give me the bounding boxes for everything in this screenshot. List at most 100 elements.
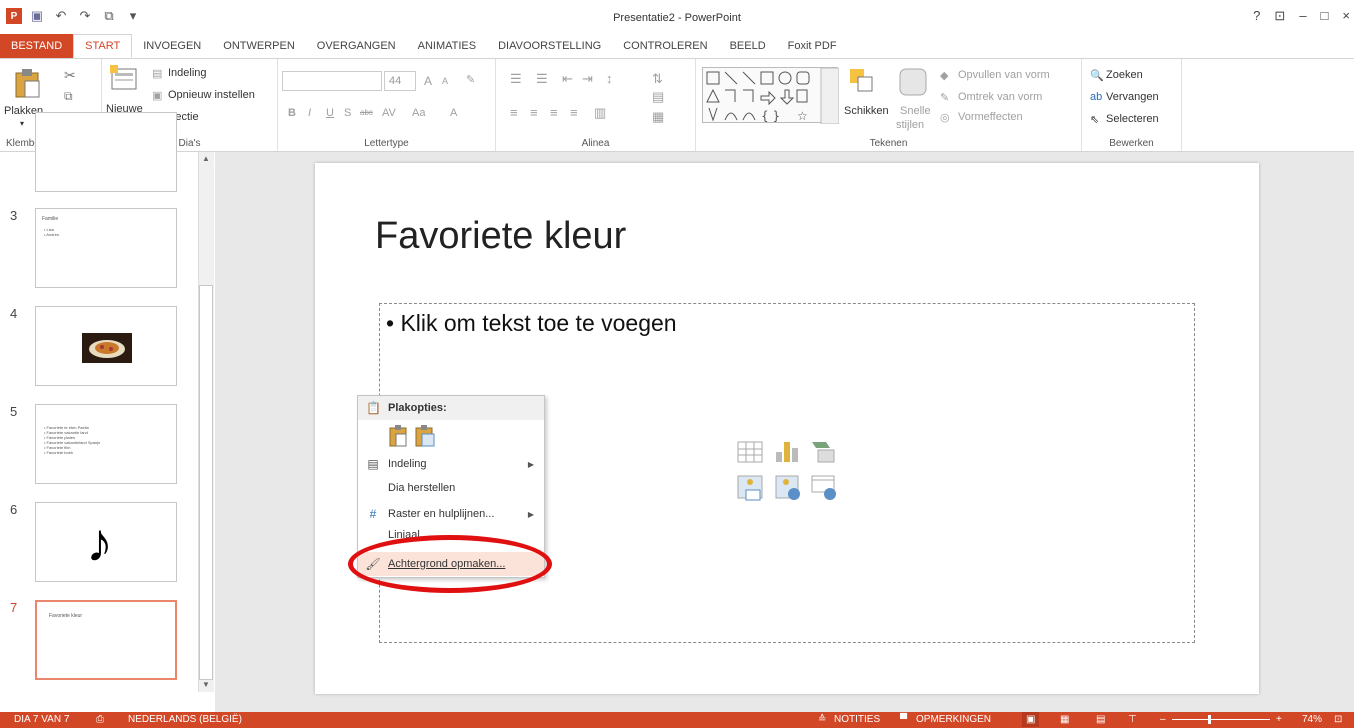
zoom-out-icon[interactable]: –: [1160, 714, 1166, 725]
strikethrough-button[interactable]: abc: [360, 108, 373, 117]
reading-view-icon[interactable]: ▤: [1096, 714, 1105, 725]
replace-icon[interactable]: ab: [1090, 91, 1102, 103]
reset-icon[interactable]: ▣: [152, 89, 162, 102]
shape-effects-icon[interactable]: ◎: [940, 111, 950, 124]
justify-icon[interactable]: ≡: [570, 105, 578, 120]
tab-design[interactable]: ONTWERPEN: [212, 34, 306, 58]
paste-keep-source-icon[interactable]: [389, 425, 407, 447]
shrink-font-button[interactable]: A: [442, 76, 448, 86]
italic-button[interactable]: I: [308, 107, 311, 119]
shape-fill-icon[interactable]: ◆: [940, 69, 948, 82]
menu-item-grid-guides[interactable]: # Raster en hulplijnen... ▶: [358, 502, 544, 526]
zoom-level[interactable]: 74%: [1302, 714, 1322, 725]
menu-item-reset-slide[interactable]: Dia herstellen: [358, 476, 544, 500]
font-color-button[interactable]: A: [450, 107, 457, 119]
font-size-select[interactable]: 44: [384, 71, 416, 91]
columns-icon[interactable]: ▥: [594, 105, 606, 121]
slide-thumbnail-6[interactable]: ♪: [35, 502, 177, 582]
zoom-slider-thumb[interactable]: [1208, 715, 1212, 724]
shadow-button[interactable]: S: [344, 107, 351, 119]
close-button[interactable]: ×: [1342, 8, 1350, 24]
comments-button[interactable]: OPMERKINGEN: [916, 714, 991, 725]
bullets-icon[interactable]: ☰: [510, 71, 522, 87]
numbering-icon[interactable]: ☰: [536, 71, 548, 87]
insert-online-picture-icon[interactable]: [775, 475, 800, 500]
shape-fill-button[interactable]: Opvullen van vorm: [958, 69, 1050, 81]
shape-effects-button[interactable]: Vormeffecten: [958, 111, 1023, 123]
bold-button[interactable]: B: [288, 107, 296, 119]
insert-picture-icon[interactable]: [737, 475, 763, 501]
font-family-select[interactable]: [282, 71, 382, 91]
line-spacing-icon[interactable]: ↕: [606, 71, 613, 86]
ribbon-display-options-button[interactable]: ⊡: [1274, 8, 1285, 24]
notes-button[interactable]: NOTITIES: [834, 714, 880, 725]
select-button[interactable]: Selecteren: [1106, 113, 1159, 125]
menu-item-layout[interactable]: ▤ Indeling ▶: [358, 452, 544, 476]
paste-dropdown-icon[interactable]: ▾: [20, 119, 24, 128]
decrease-indent-icon[interactable]: ⇤: [562, 71, 573, 87]
content-bullet-text[interactable]: • Klik om tekst toe te voegen: [386, 310, 677, 337]
underline-button[interactable]: U: [326, 107, 334, 119]
slide-thumbnail-3[interactable]: Familie • Lisa • Andres: [35, 208, 177, 288]
find-button[interactable]: Zoeken: [1106, 69, 1143, 81]
tab-transitions[interactable]: OVERGANGEN: [306, 34, 407, 58]
tab-view[interactable]: BEELD: [719, 34, 777, 58]
smartart-icon[interactable]: ▦: [652, 109, 664, 125]
tab-review[interactable]: CONTROLEREN: [612, 34, 718, 58]
text-direction-icon[interactable]: ⇅: [652, 71, 663, 87]
comments-icon[interactable]: ▀: [900, 714, 907, 725]
help-button[interactable]: ?: [1253, 8, 1260, 24]
replace-button[interactable]: Vervangen: [1106, 91, 1159, 103]
increase-indent-icon[interactable]: ⇥: [582, 71, 593, 87]
arrange-icon[interactable]: [848, 67, 876, 95]
insert-table-icon[interactable]: [737, 441, 763, 463]
scroll-down-icon[interactable]: ▼: [202, 680, 210, 689]
scrollbar-thumb[interactable]: [199, 285, 213, 680]
layout-button[interactable]: Indeling: [168, 67, 207, 79]
find-icon[interactable]: 🔍: [1090, 69, 1104, 82]
clear-format-icon[interactable]: ✎: [466, 73, 475, 86]
grow-font-button[interactable]: A: [424, 74, 432, 88]
zoom-slider[interactable]: [1172, 719, 1270, 720]
tab-file[interactable]: BESTAND: [0, 34, 74, 58]
cut-icon[interactable]: ✂: [64, 67, 76, 84]
quick-styles-label-2[interactable]: stijlen: [896, 119, 924, 131]
tab-insert[interactable]: INVOEGEN: [132, 34, 212, 58]
zoom-in-icon[interactable]: +: [1276, 714, 1282, 725]
language-indicator[interactable]: NEDERLANDS (BELGIË): [128, 714, 242, 725]
slideshow-view-icon[interactable]: ⊤: [1128, 714, 1137, 725]
layout-icon[interactable]: ▤: [152, 67, 162, 80]
insert-video-icon[interactable]: [811, 475, 836, 500]
tab-animations[interactable]: ANIMATIES: [407, 34, 487, 58]
normal-view-icon[interactable]: ▣: [1022, 712, 1040, 727]
shape-outline-button[interactable]: Omtrek van vorm: [958, 91, 1042, 103]
change-case-button[interactable]: Aa: [412, 107, 425, 119]
paste-icon[interactable]: [12, 67, 42, 99]
arrange-button[interactable]: Schikken: [844, 105, 889, 117]
align-left-icon[interactable]: ≡: [510, 105, 518, 120]
tab-home[interactable]: START: [73, 34, 133, 58]
quick-styles-icon[interactable]: [898, 67, 928, 97]
shape-outline-icon[interactable]: ✎: [940, 91, 949, 104]
fit-to-window-icon[interactable]: ⊡: [1334, 714, 1342, 725]
spellcheck-icon[interactable]: ⎙: [96, 714, 104, 725]
slide-thumbnail-5[interactable]: • Favoriete te eten Paella • Favoriete v…: [35, 404, 177, 484]
notes-icon[interactable]: ≙: [818, 714, 826, 725]
scroll-up-icon[interactable]: ▲: [202, 154, 210, 163]
slide-title-placeholder[interactable]: Favoriete kleur: [375, 215, 626, 258]
align-text-icon[interactable]: ▤: [652, 89, 664, 105]
quick-styles-button[interactable]: Snelle: [900, 105, 931, 117]
slide-sorter-icon[interactable]: ▦: [1060, 714, 1069, 725]
align-right-icon[interactable]: ≡: [550, 105, 558, 120]
insert-chart-icon[interactable]: [776, 442, 798, 462]
slide-thumbnail-7[interactable]: Favoriete kleur: [35, 600, 177, 680]
slide-thumbnail-4[interactable]: [35, 306, 177, 386]
align-center-icon[interactable]: ≡: [530, 105, 538, 120]
paste-as-picture-icon[interactable]: [415, 425, 435, 447]
minimize-button[interactable]: –: [1299, 8, 1306, 24]
shapes-gallery[interactable]: { } ☆: [702, 67, 840, 125]
char-spacing-button[interactable]: AV: [382, 107, 396, 119]
copy-icon[interactable]: ⧉: [64, 89, 73, 104]
tab-foxit-pdf[interactable]: Foxit PDF: [777, 34, 848, 58]
tab-slideshow[interactable]: DIAVOORSTELLING: [487, 34, 612, 58]
